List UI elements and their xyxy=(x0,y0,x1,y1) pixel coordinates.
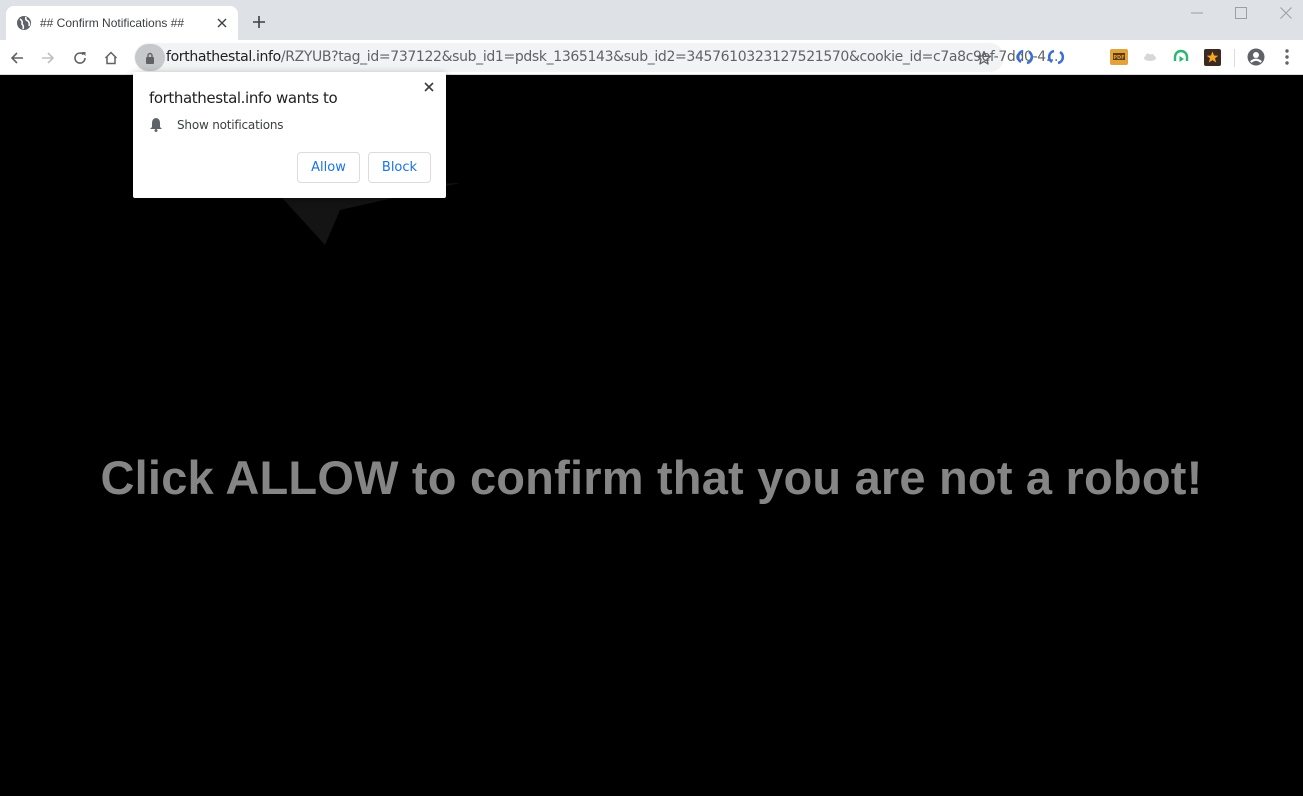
address-bar[interactable]: forthathestal.info/RZYUB?tag_id=737122&s… xyxy=(134,43,1058,72)
maximize-button[interactable] xyxy=(1218,0,1264,26)
headphones-icon xyxy=(1173,49,1189,62)
star-icon xyxy=(976,50,992,65)
bell-icon xyxy=(150,118,162,132)
toolbar-separator xyxy=(1234,49,1235,67)
url-text[interactable]: forthathestal.info/RZYUB?tag_id=737122&s… xyxy=(166,43,1058,72)
close-icon xyxy=(424,82,434,92)
star-badge-icon xyxy=(1203,48,1221,66)
tab-title: ## Confirm Notifications ## xyxy=(40,16,185,30)
allow-button[interactable]: Allow xyxy=(297,152,360,183)
extension-sync-1[interactable] xyxy=(1016,48,1034,66)
popup-title: forthathestal.info wants to xyxy=(149,89,338,107)
notification-permission-popup: forthathestal.info wants to Show notific… xyxy=(133,72,446,198)
reload-button[interactable] xyxy=(66,44,94,72)
forward-button[interactable] xyxy=(34,44,62,72)
menu-button[interactable] xyxy=(1278,48,1296,66)
site-info-button[interactable] xyxy=(135,44,165,71)
block-button[interactable]: Block xyxy=(368,152,431,183)
extension-cloud[interactable] xyxy=(1141,48,1159,66)
sync-icon xyxy=(1016,49,1034,65)
url-path: /RZYUB?tag_id=737122&sub_id1=pdsk_136514… xyxy=(280,49,1059,65)
close-icon xyxy=(1280,7,1292,19)
reload-icon xyxy=(74,52,86,64)
plus-icon xyxy=(253,16,265,28)
globe-icon xyxy=(16,15,32,31)
extension-star-badge[interactable] xyxy=(1203,48,1221,66)
tab-strip: ## Confirm Notifications ## xyxy=(0,0,1303,40)
back-icon xyxy=(10,52,23,64)
profile-button[interactable] xyxy=(1246,47,1266,67)
popup-close-button[interactable] xyxy=(421,79,437,95)
bookmark-star-button[interactable] xyxy=(974,48,994,68)
more-vert-icon xyxy=(1285,49,1289,65)
extension-sync-2[interactable] xyxy=(1047,48,1065,66)
browser-toolbar: forthathestal.info/RZYUB?tag_id=737122&s… xyxy=(0,40,1303,75)
pdf-icon: PDF xyxy=(1110,49,1128,65)
extension-pdf[interactable]: PDF xyxy=(1110,48,1128,66)
forward-icon xyxy=(42,52,55,64)
tab-close-icon[interactable] xyxy=(212,13,232,33)
tab-active[interactable]: ## Confirm Notifications ## xyxy=(6,6,238,40)
cloud-icon xyxy=(1144,53,1156,61)
home-icon xyxy=(104,51,118,65)
url-host: forthathestal.info xyxy=(166,49,281,65)
account-icon xyxy=(1247,48,1265,66)
permission-label: Show notifications xyxy=(177,117,284,132)
minimize-button[interactable] xyxy=(1174,0,1220,26)
permission-row: Show notifications xyxy=(149,117,284,132)
home-button[interactable] xyxy=(97,44,125,72)
sync-icon xyxy=(1047,49,1065,65)
maximize-icon xyxy=(1235,7,1247,19)
minimize-icon xyxy=(1191,12,1203,14)
back-button[interactable] xyxy=(3,44,31,72)
page-headline: Click ALLOW to confirm that you are not … xyxy=(100,451,1203,504)
new-tab-button[interactable] xyxy=(248,11,270,33)
lock-icon xyxy=(146,52,154,64)
window-close-button[interactable] xyxy=(1263,0,1303,26)
svg-text:PDF: PDF xyxy=(1113,55,1124,61)
extension-headphones[interactable] xyxy=(1172,48,1190,66)
